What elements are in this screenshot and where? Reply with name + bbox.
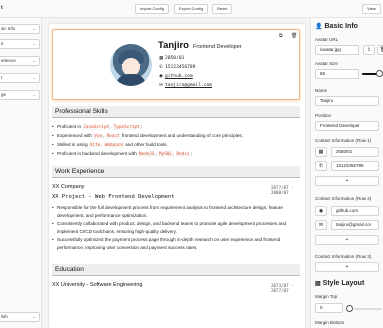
avatar-url-input[interactable]: /avatar.jpg	[315, 45, 359, 55]
avatar	[110, 44, 152, 86]
margin-bottom-label: Margin Bottom	[315, 320, 345, 325]
company-name: XX Company	[52, 184, 85, 190]
import-config-button[interactable]: Import Config	[135, 4, 170, 14]
contact-row2-label: Contact Information (Row 2)	[315, 196, 372, 201]
skill-tag: React	[105, 134, 121, 139]
style-layout-header: ▤ Style Layout	[315, 280, 365, 287]
icon-select-mail[interactable]: ✉	[315, 220, 327, 230]
skill-text: Proficient in backend development with	[57, 151, 138, 156]
position-label: Position	[315, 113, 332, 118]
work-item: Successfully optimized the payment proce…	[52, 236, 293, 252]
basic-info-header: 👤 Basic Info	[315, 23, 358, 30]
copy-icon[interactable]: ⧉	[279, 33, 283, 39]
project-title: XX Project - Web Frontend Development	[52, 194, 175, 200]
contact-row3-label: Contact Information (Row 3)	[315, 254, 372, 259]
reset-button[interactable]: Reset	[212, 4, 233, 14]
section-select-skills[interactable]: e ⌄	[0, 39, 40, 49]
contact-input-email[interactable]: tanjiro@gmail.cor	[331, 220, 379, 230]
margin-top-slider-knob[interactable]	[346, 305, 353, 312]
skill-tag: NodeJS	[137, 152, 156, 157]
skill-tag: JavaScript	[82, 125, 111, 130]
work-section-title: Work Experience	[52, 166, 300, 178]
upload-button[interactable]: ⇪	[363, 45, 375, 55]
skill-tag: Vite	[88, 143, 102, 148]
contact-date: ▦ 2050/01	[159, 56, 185, 61]
resume-preview: Tanjiro Frontend Developer ▦ 2050/01 ✆ 151…	[49, 24, 305, 328]
skill-tag: MySQL	[158, 152, 173, 157]
avatar-size-label: Avatar Size	[315, 61, 338, 66]
school-name: XX University - Software Engineering	[52, 282, 143, 288]
position-input[interactable]: Frontend Developer	[315, 121, 379, 131]
skill-text: Experienced with	[57, 133, 94, 138]
skill-text: Skilled in using	[57, 142, 89, 147]
layout-icon: ▤	[315, 281, 321, 287]
icon-select-github[interactable]: ◉	[315, 206, 327, 216]
contact-input-github[interactable]: github.com	[331, 206, 379, 216]
icon-select-phone[interactable]: ✆	[315, 161, 327, 171]
chevron-down-icon: ⌄	[32, 58, 36, 63]
icon-select-calendar[interactable]: ▦	[315, 147, 327, 157]
work-item: Consistently collaborated with product, …	[52, 220, 293, 236]
skill-item: Proficient in backend development with N…	[52, 151, 192, 157]
name-input[interactable]: Tanjiro	[315, 96, 379, 106]
resume-name: Tanjiro	[158, 40, 189, 51]
chevron-down-icon: ⌄	[32, 75, 36, 80]
chevron-down-icon: ⌄	[32, 26, 36, 31]
contact-email[interactable]: ✉ tanjiro@gmail.com	[159, 83, 212, 90]
skill-text: Proficient in	[57, 124, 83, 129]
contact-github[interactable]: ◉ github.com	[159, 74, 193, 81]
left-sidebar: sic Info ⌄ e ⌄ erience ⌄ t ⌄ ge ⌄ lish ⌄	[0, 18, 42, 328]
add-contact-button[interactable]: +	[315, 262, 379, 272]
avatar-size-input[interactable]: 86	[315, 69, 359, 79]
margin-top-slider[interactable]	[354, 308, 382, 310]
upload-icon: ⇪	[366, 47, 372, 53]
view-button[interactable]: View	[362, 4, 381, 14]
delete-icon[interactable]: 🗑	[291, 33, 297, 39]
top-bar: t Import Config Export Config Reset View	[0, 0, 383, 18]
section-select-project[interactable]: t ⌄	[0, 73, 40, 83]
skill-tag: Redis	[175, 152, 191, 157]
delete-avatar-button[interactable]: 🗑	[377, 45, 383, 55]
chevron-down-icon: ⌄	[32, 41, 36, 46]
skill-item: Skilled in using Vite, Webpack and other…	[52, 142, 168, 148]
add-contact-button[interactable]: +	[315, 235, 379, 245]
education-section-title: Education	[52, 264, 300, 276]
app-brand: t	[1, 5, 3, 11]
skill-tag: TypeScript	[112, 125, 141, 130]
chevron-down-icon: ⌄	[32, 92, 36, 97]
skill-item: Proficient in JavaScript, TypeScript;	[52, 124, 142, 130]
company-date: 2077/07 - 2080/07	[271, 185, 294, 195]
contact-row1-label: Contact Information (Row 1)	[315, 138, 372, 143]
work-item: Responsible for the full development pro…	[52, 204, 293, 220]
skill-item: Experienced with Vue, React frontend dev…	[52, 133, 243, 139]
right-settings-panel: 👤 Basic Info Avatar URL /avatar.jpg ⇪ 🗑 A…	[310, 18, 383, 328]
skill-text: frontend development and understanding o…	[120, 133, 243, 138]
name-label: Name	[315, 88, 328, 93]
avatar-url-label: Avatar URL	[315, 37, 339, 42]
section-select-experience[interactable]: erience ⌄	[0, 56, 40, 66]
skill-text: and other build tools.	[123, 142, 168, 147]
contact-input-date[interactable]: 2050/01	[331, 147, 379, 157]
resume-position: Frontend Developer	[193, 44, 242, 50]
skill-text: ;	[140, 124, 142, 129]
margin-top-label: Margin Top	[315, 294, 338, 299]
user-icon: 👤	[315, 24, 323, 30]
contact-input-phone[interactable]: 15123456789	[331, 161, 379, 171]
avatar-body	[116, 74, 146, 86]
section-select-language[interactable]: ge ⌄	[0, 90, 40, 100]
skills-section-title: Professional Skills	[52, 106, 300, 118]
skill-tag: Vue	[93, 134, 104, 139]
basic-info-card[interactable]: Tanjiro Frontend Developer ▦ 2050/01 ✆ 151…	[52, 29, 300, 100]
export-config-button[interactable]: Export Config	[174, 4, 209, 14]
margin-top-input[interactable]: 0	[315, 303, 343, 313]
add-contact-button[interactable]: +	[315, 176, 379, 186]
skill-text: ;	[190, 151, 192, 156]
school-date: 2073/07 - 2077/07	[271, 283, 294, 293]
contact-phone: ✆ 15123456789	[159, 65, 196, 70]
slider-knob[interactable]	[376, 70, 383, 77]
section-select-basic-info[interactable]: sic Info ⌄	[0, 24, 40, 34]
language-select[interactable]: lish ⌄	[0, 312, 40, 322]
chevron-down-icon: ⌄	[32, 314, 36, 319]
skill-tag: Webpack	[103, 143, 124, 148]
